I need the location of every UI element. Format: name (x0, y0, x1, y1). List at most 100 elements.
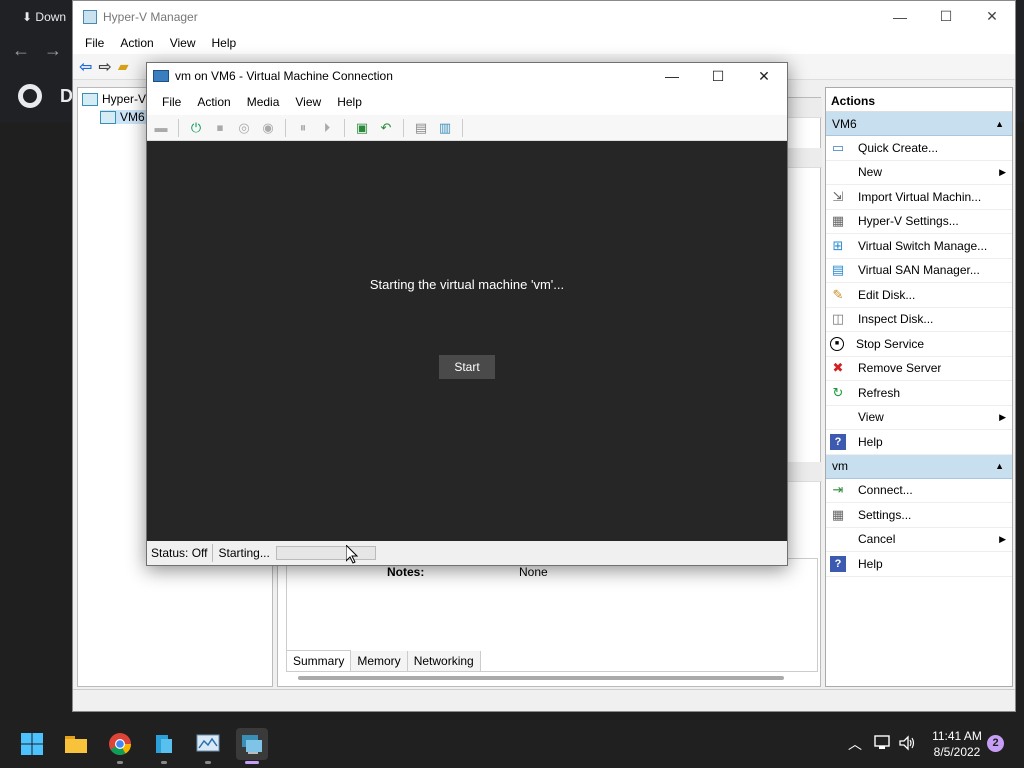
action-label: Connect... (858, 483, 913, 498)
taskbar-hyperv-manager[interactable] (236, 728, 268, 764)
action-item-virtual-san-manager[interactable]: ▤ Virtual SAN Manager... (826, 259, 1012, 283)
vmc-menu-file[interactable]: File (154, 95, 189, 109)
maximize-icon[interactable]: ☐ (695, 63, 741, 89)
share-icon[interactable]: ▥ (435, 118, 455, 138)
resume-icon[interactable]: ⏵ (317, 118, 337, 138)
action-item-help[interactable]: ? Help (826, 552, 1012, 577)
action-item-help[interactable]: ? Help (826, 430, 1012, 455)
action-item-stop-service[interactable]: ■ Stop Service (826, 332, 1012, 357)
minimize-icon[interactable]: — (649, 63, 695, 89)
taskbar-server-manager[interactable] (148, 728, 180, 764)
revert-icon[interactable]: ↶ (376, 118, 396, 138)
action-label: Virtual Switch Manage... (858, 238, 988, 253)
tree-item-vm6[interactable]: VM6 (100, 110, 149, 124)
taskbar-performance-monitor[interactable] (192, 728, 224, 764)
turn-off-icon[interactable]: ⏹ (210, 118, 230, 138)
maximize-icon[interactable]: ☐ (923, 1, 969, 32)
tab-networking[interactable]: Networking (407, 651, 481, 671)
active-indicator (245, 761, 259, 764)
action-item-new[interactable]: New ▶ (826, 161, 1012, 185)
section-title-vm6: VM6 (832, 116, 857, 131)
minimize-icon[interactable]: — (877, 1, 923, 32)
show-hidden-icons-icon[interactable]: ︿ (848, 734, 862, 754)
vmc-menu-action[interactable]: Action (189, 95, 238, 109)
tree-item-hyperv[interactable]: Hyper-V (82, 92, 146, 106)
taskbar-file-explorer[interactable] (60, 728, 92, 760)
menu-view[interactable]: View (162, 36, 204, 50)
action-item-quick-create[interactable]: ▭ Quick Create... (826, 136, 1012, 161)
monitor-icon (153, 70, 169, 82)
action-item-cancel[interactable]: Cancel ▶ (826, 528, 1012, 552)
tab-summary[interactable]: Summary (287, 650, 352, 671)
back-icon[interactable]: ⇦ (79, 57, 92, 77)
action-item-inspect-disk[interactable]: ◫ Inspect Disk... (826, 308, 1012, 332)
action-label: Virtual SAN Manager... (858, 263, 980, 278)
vmc-menu-media[interactable]: Media (239, 95, 288, 109)
menu-help[interactable]: Help (204, 36, 245, 50)
action-item-refresh[interactable]: ↻ Refresh (826, 381, 1012, 406)
tab-memory[interactable]: Memory (351, 651, 408, 671)
action-item-edit-disk[interactable]: ✎ Edit Disk... (826, 283, 1012, 308)
system-clock[interactable]: 11:41 AM 8/5/2022 (926, 728, 988, 760)
chrome-edge (1016, 0, 1024, 122)
vmc-toolbar: ▬ ⏻ ⏹ ◎ ◉ ⏸ ⏵ ▣ ↶ ▤ ▥ (147, 115, 787, 141)
tree-server-label: VM6 (120, 110, 145, 124)
action-item-connect[interactable]: ⇥ Connect... (826, 479, 1012, 503)
ctrl-alt-del-icon[interactable]: ▬ (151, 118, 171, 138)
vmc-menu-view[interactable]: View (287, 95, 329, 109)
pause-icon[interactable]: ⏸ (293, 118, 313, 138)
shut-down-icon[interactable]: ◎ (234, 118, 254, 138)
save-state-icon[interactable]: ◉ (258, 118, 278, 138)
vmc-title: vm on VM6 - Virtual Machine Connection (175, 69, 393, 83)
start-button-taskbar[interactable] (16, 728, 48, 760)
progress-bar (275, 546, 376, 560)
checkpoint-icon[interactable]: ▣ (352, 118, 372, 138)
horizontal-scrollbar[interactable] (298, 676, 784, 680)
action-item-view[interactable]: View ▶ (826, 406, 1012, 430)
network-icon[interactable] (874, 734, 892, 752)
action-label: Quick Create... (858, 140, 939, 155)
taskbar-chrome[interactable] (104, 728, 136, 764)
hyperv-app-icon (83, 9, 97, 24)
actions-section-vm[interactable]: vm ▲ (826, 454, 1012, 479)
submenu-arrow-icon: ▶ (999, 166, 1006, 177)
toolbar-separator (403, 118, 404, 137)
power-start-icon[interactable]: ⏻ (186, 118, 206, 138)
forward-icon[interactable]: ⇨ (98, 57, 111, 77)
forward-arrow-icon[interactable]: → (44, 40, 62, 61)
section-title-vm: vm (832, 459, 848, 473)
collapse-icon[interactable]: ▲ (995, 461, 1004, 471)
close-icon[interactable]: ✕ (741, 63, 787, 89)
chrome-logo-icon (18, 84, 42, 108)
action-item-settings[interactable]: ▦ Settings... (826, 503, 1012, 528)
running-indicator (161, 761, 167, 764)
notes-value: None (519, 565, 548, 579)
notification-badge[interactable]: 2 (987, 735, 1004, 752)
menu-file[interactable]: File (77, 36, 112, 50)
vmc-menu-help[interactable]: Help (329, 95, 370, 109)
action-label: Edit Disk... (858, 287, 916, 302)
start-button[interactable]: Start (439, 355, 495, 379)
folder-icon[interactable]: ▰ (118, 58, 129, 75)
action-item-import-virtual-machin[interactable]: ⇲ Import Virtual Machin... (826, 185, 1012, 210)
connect-icon: ⇥ (832, 482, 844, 498)
vm-display[interactable]: Starting the virtual machine 'vm'... Sta… (147, 141, 787, 541)
tree-root-label: Hyper-V (102, 92, 147, 106)
close-icon[interactable]: ✕ (969, 1, 1015, 32)
actions-pane: Actions VM6 ▲ ▭ Quick Create... New ▶ ⇲ Impor… (825, 87, 1013, 687)
enhanced-session-icon[interactable]: ▤ (411, 118, 431, 138)
action-label: Inspect Disk... (858, 312, 934, 327)
toolbar-separator (344, 118, 345, 137)
action-label: Settings... (858, 507, 912, 522)
collapse-icon[interactable]: ▲ (995, 119, 1004, 129)
action-label: Help (858, 556, 883, 571)
back-arrow-icon[interactable]: ← (12, 40, 30, 61)
menu-action[interactable]: Action (112, 36, 161, 50)
volume-icon[interactable] (898, 734, 916, 752)
actions-section-vm6[interactable]: VM6 ▲ (826, 112, 1012, 136)
action-item-hyper-v-settings[interactable]: ▦ Hyper-V Settings... (826, 210, 1012, 234)
action-item-virtual-switch-manage[interactable]: ⊞ Virtual Switch Manage... (826, 234, 1012, 259)
action-label: Import Virtual Machin... (858, 189, 982, 204)
stop-icon: ■ (830, 336, 844, 351)
action-item-remove-server[interactable]: ✖ Remove Server (826, 357, 1012, 381)
